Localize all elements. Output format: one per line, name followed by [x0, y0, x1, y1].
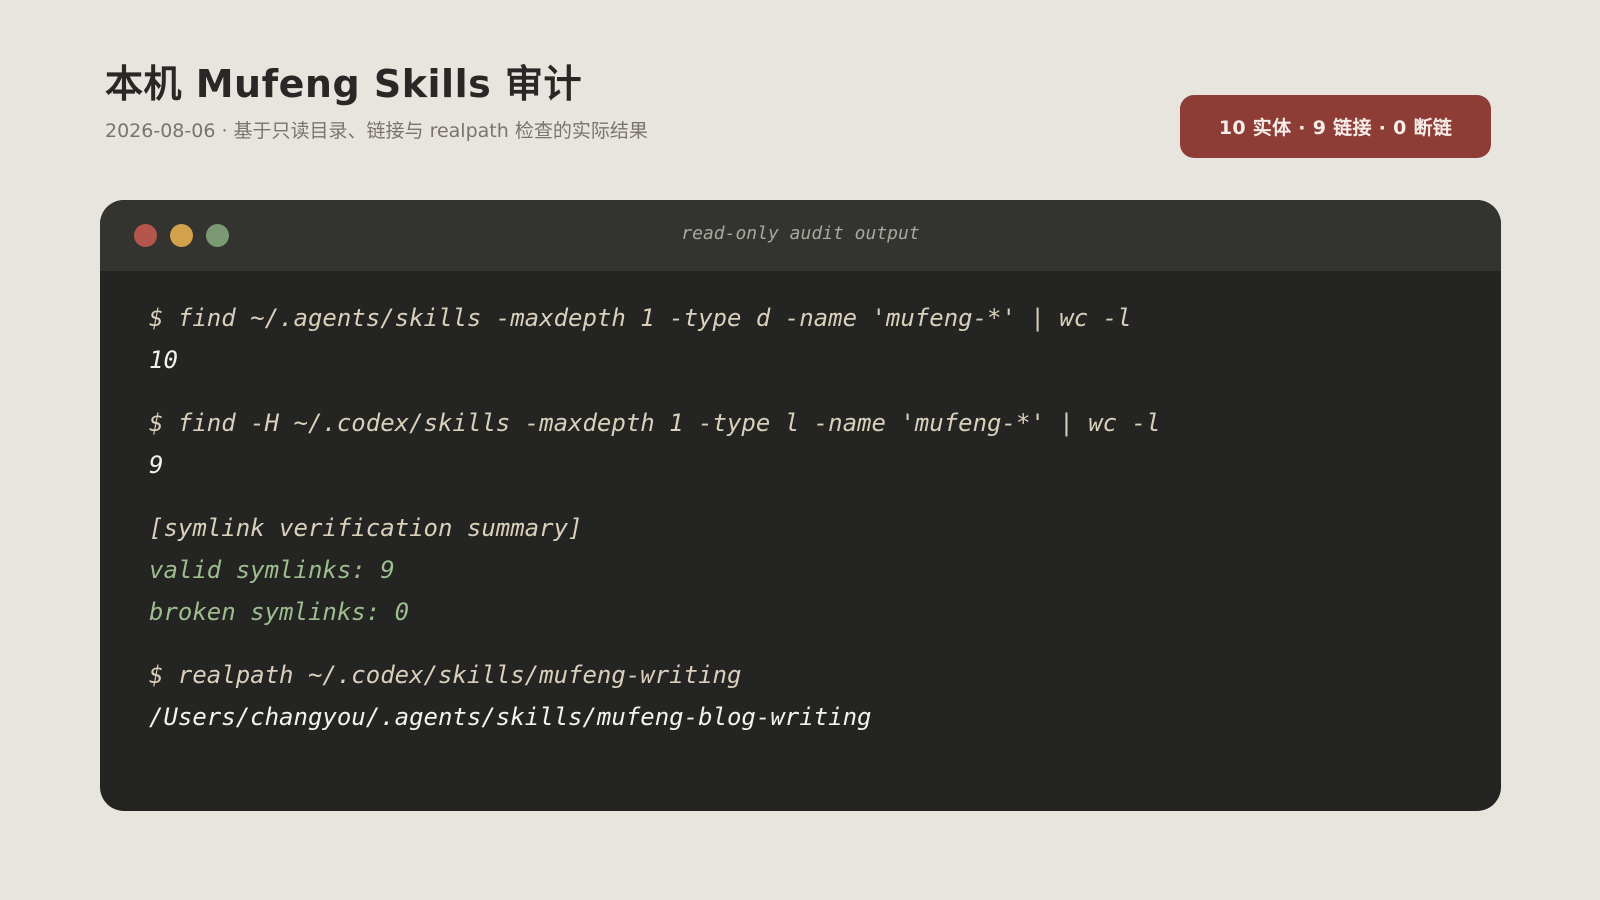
- page-subtitle: 2026-08-06 · 基于只读目录、链接与 realpath 检查的实际结果: [105, 119, 648, 142]
- terminal-output: $ find ~/.agents/skills -maxdepth 1 -typ…: [149, 297, 1160, 738]
- command-result: 10: [149, 346, 178, 374]
- command-line: $ realpath ~/.codex/skills/mufeng-writin…: [149, 661, 742, 689]
- summary-heading: [symlink verification summary]: [149, 514, 583, 542]
- command-result: /Users/changyou/.agents/skills/mufeng-bl…: [149, 703, 872, 731]
- page-title: 本机 Mufeng Skills 审计: [105, 62, 582, 106]
- command-line: $ find -H ~/.codex/skills -maxdepth 1 -t…: [149, 409, 1161, 437]
- summary-badge: 10 实体 · 9 链接 · 0 断链: [1180, 95, 1491, 158]
- valid-symlinks-line: valid symlinks: 9: [149, 556, 395, 584]
- page-header: 本机 Mufeng Skills 审计 2026-08-06 · 基于只读目录、…: [105, 62, 648, 142]
- terminal-titlebar: read-only audit output: [100, 200, 1501, 271]
- broken-symlinks-line: broken symlinks: 0: [149, 598, 410, 626]
- command-result: 9: [149, 451, 164, 479]
- terminal-window: read-only audit output $ find ~/.agents/…: [100, 200, 1501, 811]
- command-line: $ find ~/.agents/skills -maxdepth 1 -typ…: [149, 304, 1132, 332]
- terminal-title: read-only audit output: [681, 223, 920, 244]
